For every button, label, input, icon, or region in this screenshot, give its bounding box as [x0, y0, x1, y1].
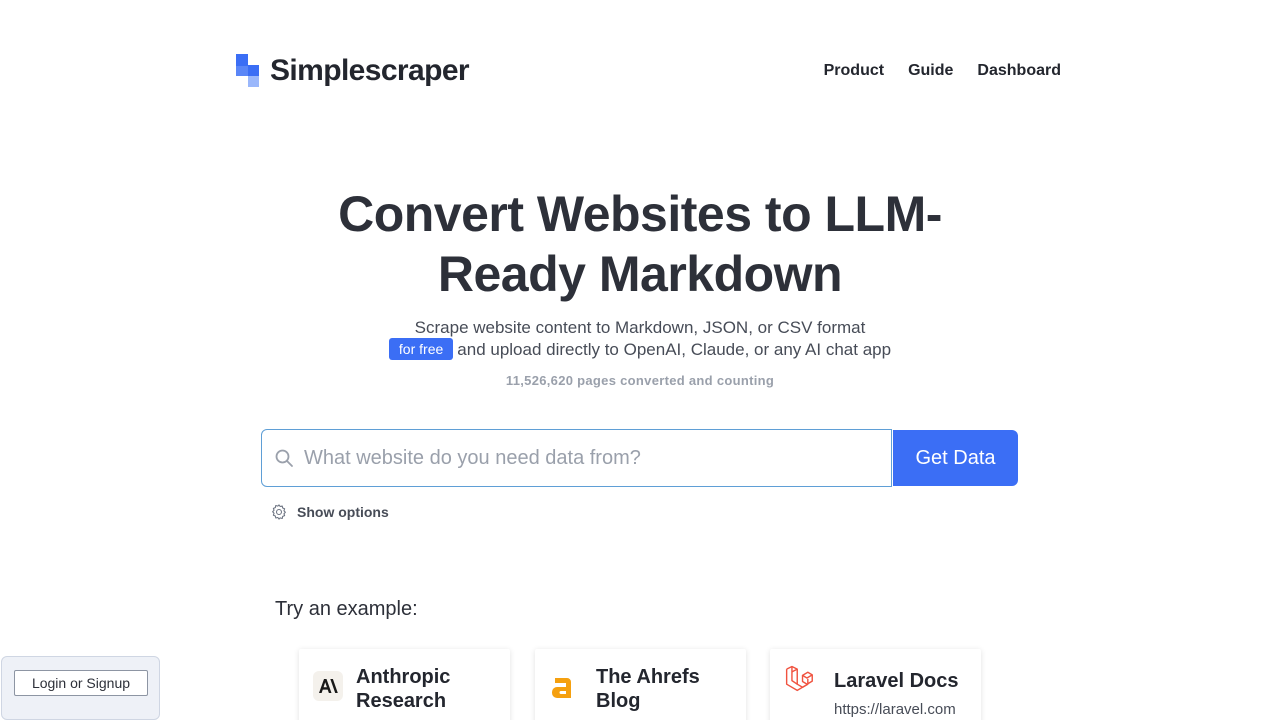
- subtitle-line-1: Scrape website content to Markdown, JSON…: [414, 318, 866, 337]
- url-input[interactable]: [304, 446, 864, 470]
- hero-subtitle: Scrape website content to Markdown, JSON…: [290, 317, 990, 360]
- nav-item-dashboard[interactable]: Dashboard: [977, 62, 1061, 80]
- ahrefs-icon: [549, 671, 579, 701]
- example-card-title: The Ahrefs Blog: [596, 666, 700, 712]
- laravel-icon: [784, 663, 814, 693]
- show-options-toggle[interactable]: Show options: [270, 503, 389, 521]
- brand-logo[interactable]: Simplescraper: [236, 54, 470, 88]
- examples-heading: Try an example:: [275, 598, 418, 620]
- example-card-ahrefs[interactable]: The Ahrefs Blog: [535, 649, 746, 720]
- subtitle-line-2: for free and upload directly to OpenAI, C…: [290, 338, 990, 360]
- example-card-anthropic[interactable]: Anthropic Research: [299, 649, 510, 720]
- nav-item-guide[interactable]: Guide: [908, 62, 953, 80]
- page-title: Convert Websites to LLM-Ready Markdown: [338, 186, 942, 302]
- anthropic-icon: [313, 671, 343, 701]
- search-icon: [275, 449, 293, 467]
- main-nav: Product Guide Dashboard: [824, 62, 1061, 80]
- nav-item-product[interactable]: Product: [824, 62, 884, 80]
- brand-name: Simplescraper: [270, 54, 470, 87]
- search-box: [261, 429, 892, 487]
- get-data-button[interactable]: Get Data: [893, 430, 1018, 486]
- login-signup-button[interactable]: Login or Signup: [14, 670, 148, 696]
- gear-icon: [272, 504, 286, 520]
- example-card-title: Anthropic Research: [356, 666, 451, 712]
- show-options-label: Show options: [297, 504, 389, 520]
- example-card-title: Laravel Docs: [834, 670, 959, 692]
- pages-counter: 11,526,620 pages converted and counting: [505, 373, 775, 388]
- logo-icon: [236, 54, 260, 88]
- example-card-laravel[interactable]: Laravel Docs https://laravel.com: [770, 649, 981, 720]
- site-header: Simplescraper Product Guide Dashboard: [0, 0, 1280, 140]
- login-panel: Login or Signup: [1, 656, 160, 720]
- free-badge: for free: [388, 338, 454, 360]
- subtitle-line-2-text: and upload directly to OpenAI, Claude, o…: [457, 340, 892, 359]
- example-card-url: https://laravel.com: [834, 701, 956, 718]
